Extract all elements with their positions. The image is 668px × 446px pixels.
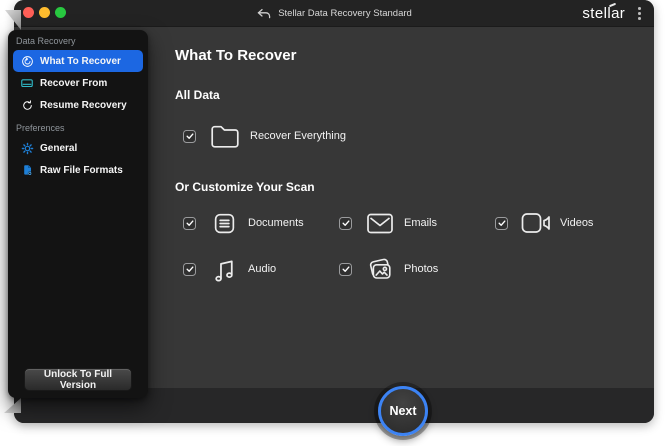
panel-fold-top-decoration xyxy=(5,10,21,30)
category-grid: Documents Emails xyxy=(183,206,654,286)
next-button[interactable]: Next xyxy=(378,386,428,436)
emails-label: Emails xyxy=(404,217,437,229)
sidebar-section-data-recovery: Data Recovery xyxy=(8,33,148,50)
recover-everything-row[interactable]: Recover Everything xyxy=(183,121,346,151)
window-title-group: Stellar Data Recovery Standard xyxy=(14,0,654,27)
photos-label: Photos xyxy=(404,263,438,275)
documents-icon xyxy=(208,211,240,236)
documents-checkbox[interactable] xyxy=(183,217,196,230)
audio-checkbox[interactable] xyxy=(183,263,196,276)
panel-fold-bottom-decoration xyxy=(4,398,21,413)
sidebar-item-label: Raw File Formats xyxy=(40,165,123,176)
sidebar: Data Recovery What To Recover Recover Fr… xyxy=(8,30,148,398)
sidebar-item-raw-file-formats[interactable]: Raw File Formats xyxy=(13,159,143,181)
gear-icon xyxy=(20,141,34,155)
audio-label: Audio xyxy=(248,263,276,275)
recover-everything-checkbox[interactable] xyxy=(183,130,196,143)
emails-option[interactable]: Emails xyxy=(339,206,495,240)
sidebar-item-general[interactable]: General xyxy=(13,137,143,159)
emails-icon xyxy=(364,212,396,235)
recover-everything-label: Recover Everything xyxy=(250,130,346,142)
videos-icon xyxy=(520,212,552,234)
photos-icon xyxy=(364,256,396,283)
emails-checkbox[interactable] xyxy=(339,217,352,230)
sidebar-item-what-to-recover[interactable]: What To Recover xyxy=(13,50,143,72)
sidebar-item-label: Resume Recovery xyxy=(40,100,127,111)
videos-label: Videos xyxy=(560,217,593,229)
titlebar-right: stellar xyxy=(582,0,644,27)
documents-label: Documents xyxy=(248,217,304,229)
screenshot-canvas: Stellar Data Recovery Standard stellar W… xyxy=(0,0,668,446)
customize-header: Or Customize Your Scan xyxy=(175,180,315,194)
sidebar-section-preferences: Preferences xyxy=(8,120,148,137)
sidebar-item-label: General xyxy=(40,143,77,154)
window-title: Stellar Data Recovery Standard xyxy=(278,8,412,19)
raw-file-icon xyxy=(20,163,34,177)
folder-icon xyxy=(208,123,242,150)
back-icon[interactable] xyxy=(256,8,272,20)
page-title: What To Recover xyxy=(175,47,296,64)
titlebar: Stellar Data Recovery Standard stellar xyxy=(14,0,654,27)
documents-option[interactable]: Documents xyxy=(183,206,339,240)
sidebar-item-recover-from[interactable]: Recover From xyxy=(13,72,143,94)
drive-icon xyxy=(20,76,34,90)
unlock-full-version-button[interactable]: Unlock To Full Version xyxy=(24,368,132,391)
recover-target-icon xyxy=(20,54,34,68)
resume-arrow-icon xyxy=(20,98,34,112)
photos-option[interactable]: Photos xyxy=(339,252,495,286)
sidebar-item-label: What To Recover xyxy=(40,56,121,67)
sidebar-item-resume-recovery[interactable]: Resume Recovery xyxy=(13,94,143,116)
audio-option[interactable]: Audio xyxy=(183,252,339,286)
audio-icon xyxy=(208,256,240,283)
videos-checkbox[interactable] xyxy=(495,217,508,230)
all-data-header: All Data xyxy=(175,88,220,102)
kebab-menu-icon[interactable] xyxy=(635,5,644,22)
stellar-logo: stellar xyxy=(582,5,625,22)
photos-checkbox[interactable] xyxy=(339,263,352,276)
sidebar-item-label: Recover From xyxy=(40,78,107,89)
videos-option[interactable]: Videos xyxy=(495,206,654,240)
